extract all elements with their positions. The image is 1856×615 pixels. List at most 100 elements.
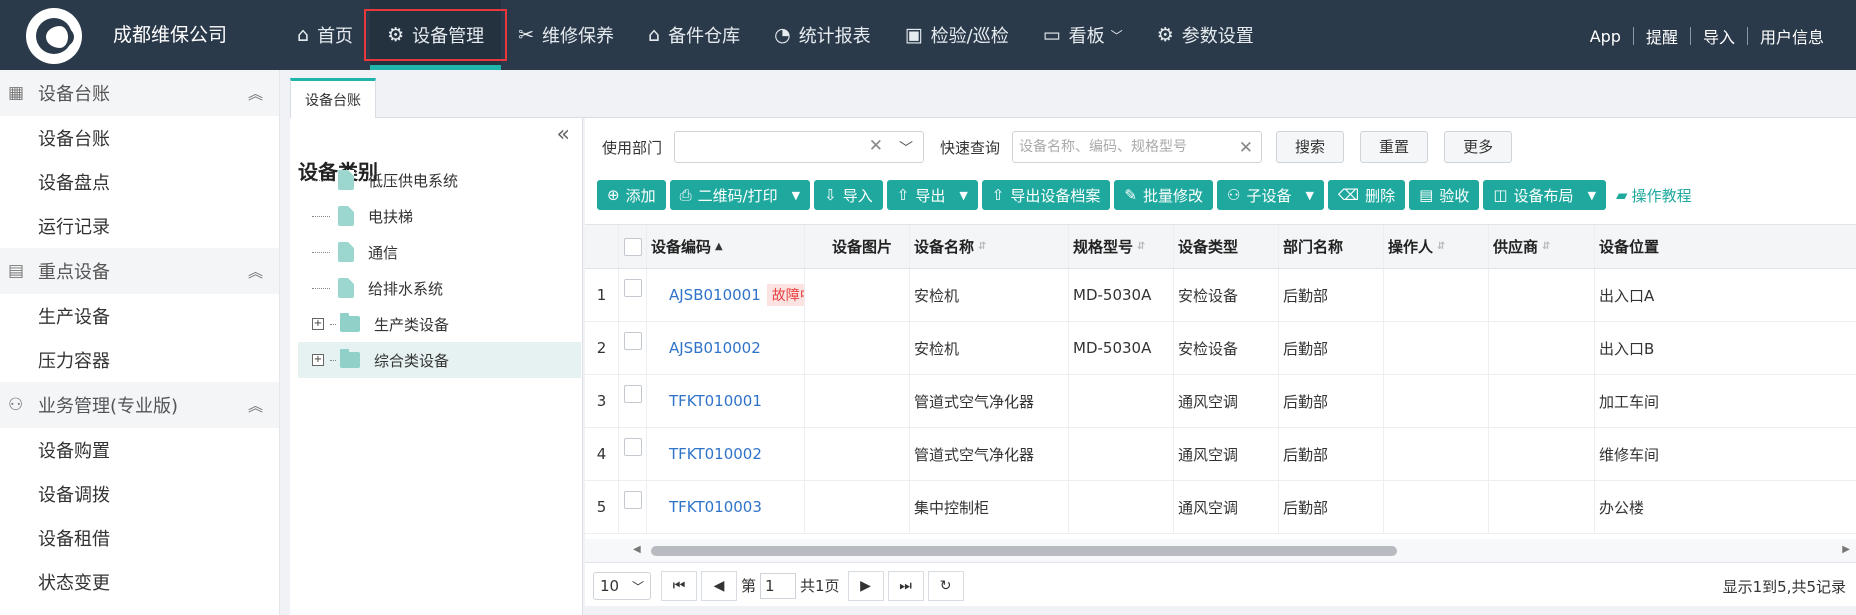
tree-node[interactable]: 低压供电系统: [298, 162, 581, 198]
category-tree-panel: « 设备类别 低压供电系统 电扶梯 通信 给排水系统 +生产类设备 +综合类设备: [290, 118, 583, 615]
nav-maintenance[interactable]: ✂ 维修保养: [501, 0, 631, 70]
scroll-right-icon[interactable]: ▶: [1842, 544, 1850, 555]
device-layout-button[interactable]: ◫ 设备布局 ▼: [1483, 180, 1607, 210]
col-name[interactable]: 设备名称 ⇵: [910, 225, 1069, 268]
edit-icon: ✎: [1124, 186, 1137, 204]
horizontal-scrollbar[interactable]: ◀ ▶: [585, 539, 1856, 562]
import-link[interactable]: 导入: [1691, 24, 1747, 48]
delete-button[interactable]: ⌫ 删除: [1327, 180, 1406, 210]
scroll-left-icon[interactable]: ◀: [633, 544, 641, 555]
dept-select[interactable]: ✕ ﹀: [674, 131, 925, 163]
batch-edit-button[interactable]: ✎ 批量修改: [1114, 180, 1213, 210]
sidebar-item-purchase[interactable]: 设备购置: [0, 428, 279, 472]
scrollbar-thumb[interactable]: [651, 546, 1397, 556]
collapse-panel-icon[interactable]: «: [557, 122, 570, 147]
col-supplier[interactable]: 供应商 ⇵: [1489, 225, 1595, 268]
refresh-button[interactable]: ↻: [927, 570, 964, 601]
sidebar-item-transfer[interactable]: 设备调拨: [0, 472, 279, 516]
quick-search-input[interactable]: 设备名称、编码、规格型号 ✕: [1012, 131, 1263, 163]
col-model[interactable]: 规格型号 ⇵: [1069, 225, 1174, 268]
select-all-checkbox[interactable]: [623, 237, 642, 256]
page-size-select[interactable]: 10 ﹀: [593, 571, 651, 600]
col-code[interactable]: 设备编码 ▲: [647, 225, 805, 268]
clear-icon[interactable]: ✕: [1239, 133, 1253, 163]
main-nav: ⌂ 首页 ⚙ 设备管理 ✂ 维修保养 ⌂ 备件仓库 ◔ 统计报表 ▣ 检验/巡检 ▭ 看板 ﹀ …: [280, 0, 1271, 70]
tree-node[interactable]: 给排水系统: [298, 270, 581, 306]
sidebar-item-production-devices[interactable]: 生产设备: [0, 294, 279, 338]
book-icon: ▰: [1616, 186, 1628, 204]
export-archive-button[interactable]: ⇧ 导出设备档案: [981, 180, 1111, 210]
table-row[interactable]: 2 AJSB010002 安检机 MD-5030A 安检设备 后勤部 出入口B: [585, 322, 1856, 375]
acceptance-button[interactable]: ▤ 验收: [1409, 180, 1480, 210]
sidebar-group-ledger[interactable]: ▦ 设备台账 ︽: [0, 70, 279, 116]
sidebar-group-key-devices[interactable]: ▤ 重点设备 ︽: [0, 248, 279, 294]
table-row[interactable]: 4 TFKT010002 管道式空气净化器 通风空调 后勤部 维修车间: [585, 428, 1856, 481]
nav-device-management[interactable]: ⚙ 设备管理: [364, 0, 508, 70]
row-checkbox[interactable]: [623, 332, 642, 350]
nav-board[interactable]: ▭ 看板 ﹀: [1026, 0, 1140, 70]
nav-home[interactable]: ⌂ 首页: [280, 0, 370, 70]
file-icon: [338, 242, 354, 262]
status-badge: 故障中: [766, 284, 804, 306]
row-checkbox[interactable]: [623, 279, 642, 297]
file-icon: [338, 206, 354, 226]
tree-node-selected[interactable]: + 综合类设备: [298, 342, 581, 378]
app-link[interactable]: App: [1578, 27, 1633, 46]
import-icon: ⇩: [824, 186, 837, 204]
nav-reports[interactable]: ◔ 统计报表: [757, 0, 888, 70]
sidebar: ▦ 设备台账 ︽ 设备台账 设备盘点 运行记录 ▤ 重点设备 ︽ 生产设备 压力容器 ⚇…: [0, 70, 280, 615]
nav-inspection[interactable]: ▣ 检验/巡检: [888, 0, 1026, 70]
device-code-link[interactable]: TFKT010002: [669, 445, 762, 463]
device-code-link[interactable]: TFKT010001: [669, 392, 762, 410]
reminder-link[interactable]: 提醒: [1634, 24, 1690, 48]
add-button[interactable]: ⊕ 添加: [597, 180, 666, 210]
sidebar-item-pressure-vessels[interactable]: 压力容器: [0, 338, 279, 382]
company-logo: [26, 8, 82, 64]
device-code-link[interactable]: AJSB010001: [669, 286, 761, 304]
tutorial-link[interactable]: ▰ 操作教程: [1616, 185, 1692, 206]
first-page-button[interactable]: ⏮: [661, 570, 697, 601]
tree-node[interactable]: 电扶梯: [298, 198, 581, 234]
import-button[interactable]: ⇩ 导入: [814, 180, 883, 210]
prev-page-button[interactable]: ◀: [701, 570, 737, 601]
last-page-icon: ⏭: [899, 577, 912, 594]
device-code-link[interactable]: TFKT010003: [669, 498, 762, 516]
sidebar-item-run-records[interactable]: 运行记录: [0, 204, 279, 248]
col-operator[interactable]: 操作人 ⇵: [1384, 225, 1489, 268]
key-device-icon: ▤: [8, 261, 25, 281]
device-code-link[interactable]: AJSB010002: [669, 339, 761, 357]
next-page-button[interactable]: ▶: [847, 570, 884, 601]
page-number-input[interactable]: 1: [760, 572, 797, 599]
sidebar-item-lease[interactable]: 设备租借: [0, 516, 279, 560]
table-row[interactable]: 3 TFKT010001 管道式空气净化器 通风空调 后勤部 加工车间: [585, 375, 1856, 428]
expand-icon[interactable]: +: [312, 318, 324, 330]
top-right-links: App 提醒 导入 用户信息: [1578, 24, 1836, 48]
row-checkbox[interactable]: [623, 385, 642, 403]
sidebar-item-device-ledger[interactable]: 设备台账: [0, 116, 279, 160]
row-checkbox[interactable]: [623, 438, 642, 456]
sidebar-item-device-inventory[interactable]: 设备盘点: [0, 160, 279, 204]
user-info-link[interactable]: 用户信息: [1748, 24, 1836, 48]
clear-icon[interactable]: ✕: [869, 136, 883, 156]
qrcode-print-button[interactable]: ⎙ 二维码/打印 ▼: [669, 180, 811, 210]
table-row[interactable]: 5 TFKT010003 集中控制柜 通风空调 后勤部 办公楼: [585, 481, 1856, 534]
table-row[interactable]: 1 AJSB010001故障中 安检机 MD-5030A 安检设备 后勤部 出入…: [585, 269, 1856, 322]
nav-settings[interactable]: ⚙ 参数设置: [1140, 0, 1271, 70]
more-button[interactable]: 更多: [1444, 131, 1513, 163]
tab-device-ledger[interactable]: 设备台账: [290, 78, 376, 118]
reset-button[interactable]: 重置: [1360, 131, 1429, 163]
filter-bar: 使用部门 ✕ ﹀ 快速查询 设备名称、编码、规格型号 ✕ 搜索 重置 更多: [602, 131, 1528, 163]
search-button[interactable]: 搜索: [1276, 131, 1345, 163]
last-page-button[interactable]: ⏭: [887, 570, 924, 601]
export-button[interactable]: ⇧ 导出 ▼: [886, 180, 978, 210]
expand-icon[interactable]: +: [312, 354, 324, 366]
tree-node[interactable]: + 生产类设备: [298, 306, 581, 342]
sort-asc-icon: ▲: [715, 241, 723, 252]
caret-down-icon: ▼: [1305, 188, 1314, 202]
row-checkbox[interactable]: [623, 491, 642, 509]
tree-node[interactable]: 通信: [298, 234, 581, 270]
sub-device-button[interactable]: ⚇ 子设备 ▼: [1216, 180, 1324, 210]
sidebar-group-business[interactable]: ⚇ 业务管理(专业版) ︽: [0, 382, 279, 428]
nav-spare-parts[interactable]: ⌂ 备件仓库: [631, 0, 757, 70]
sidebar-item-status-change[interactable]: 状态变更: [0, 560, 279, 604]
